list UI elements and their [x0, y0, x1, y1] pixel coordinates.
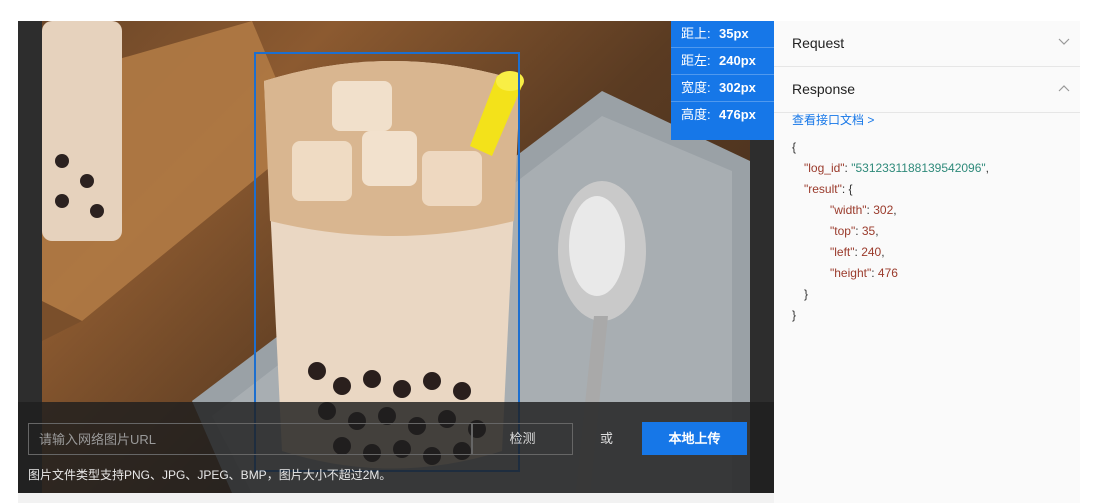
info-label: 高度:	[681, 107, 711, 122]
image-stage: 距上: 35px 距左: 240px 宽度: 302px 高度: 476px 检…	[18, 21, 774, 493]
json-line: "top": 35,	[830, 224, 879, 238]
json-line: }	[792, 305, 989, 326]
request-section-header[interactable]: Request	[774, 21, 1080, 67]
json-line: "result": {	[804, 182, 853, 196]
info-row-left: 距左: 240px	[671, 48, 774, 75]
json-key: "width"	[830, 203, 867, 217]
json-value: "5312331188139542096"	[851, 161, 986, 175]
chevron-down-icon	[1058, 38, 1070, 45]
chevron-up-icon	[1058, 85, 1070, 92]
request-title: Request	[792, 35, 845, 51]
json-key: "top"	[830, 224, 856, 238]
json-line: "height": 476	[830, 266, 898, 280]
upload-hint: 图片文件类型支持PNG、JPG、JPEG、BMP，图片大小不超过2M。	[28, 468, 392, 482]
api-panel: Request Response 查看接口文档 > { "log_id": "5…	[774, 21, 1080, 503]
image-url-input[interactable]	[28, 423, 472, 455]
json-key: "log_id"	[804, 161, 845, 175]
info-value: 35px	[719, 26, 749, 41]
json-line: }	[792, 284, 989, 305]
response-json: { "log_id": "5312331188139542096", "resu…	[792, 137, 989, 326]
info-value: 240px	[719, 53, 756, 68]
or-label: 或	[600, 431, 614, 446]
response-title: Response	[792, 81, 856, 97]
json-line: "log_id": "5312331188139542096",	[804, 161, 989, 175]
info-row-width: 宽度: 302px	[671, 75, 774, 102]
response-section-header[interactable]: Response	[774, 67, 1080, 113]
json-value: 240	[861, 245, 882, 259]
info-label: 距上:	[681, 26, 711, 41]
info-label: 距左:	[681, 53, 711, 68]
json-key: "left"	[830, 245, 855, 259]
info-row-height: 高度: 476px	[671, 102, 774, 128]
json-brace: }	[804, 287, 809, 301]
detection-info-panel: 距上: 35px 距左: 240px 宽度: 302px 高度: 476px	[671, 21, 774, 140]
upload-bar: 检测 或 本地上传 图片文件类型支持PNG、JPG、JPEG、BMP，图片大小不…	[18, 402, 774, 493]
json-line: "width": 302,	[830, 203, 897, 217]
json-key: "result"	[804, 182, 842, 196]
info-row-top: 距上: 35px	[671, 21, 774, 48]
json-value: 35	[861, 224, 876, 238]
info-value: 476px	[719, 107, 756, 122]
detect-button[interactable]: 检测	[472, 423, 573, 455]
json-value: 476	[877, 266, 898, 280]
json-line: "left": 240,	[830, 245, 885, 259]
json-brace: }	[792, 308, 797, 322]
stage-footer-strip	[18, 493, 774, 503]
json-key: "height"	[830, 266, 872, 280]
info-label: 宽度:	[681, 80, 711, 95]
api-doc-link[interactable]: 查看接口文档 >	[792, 111, 874, 128]
info-value: 302px	[719, 80, 756, 95]
json-brace: {	[792, 140, 797, 154]
json-brace: {	[848, 182, 853, 196]
json-value: 302	[873, 203, 894, 217]
json-line: {	[792, 137, 989, 158]
local-upload-button[interactable]: 本地上传	[642, 422, 747, 455]
